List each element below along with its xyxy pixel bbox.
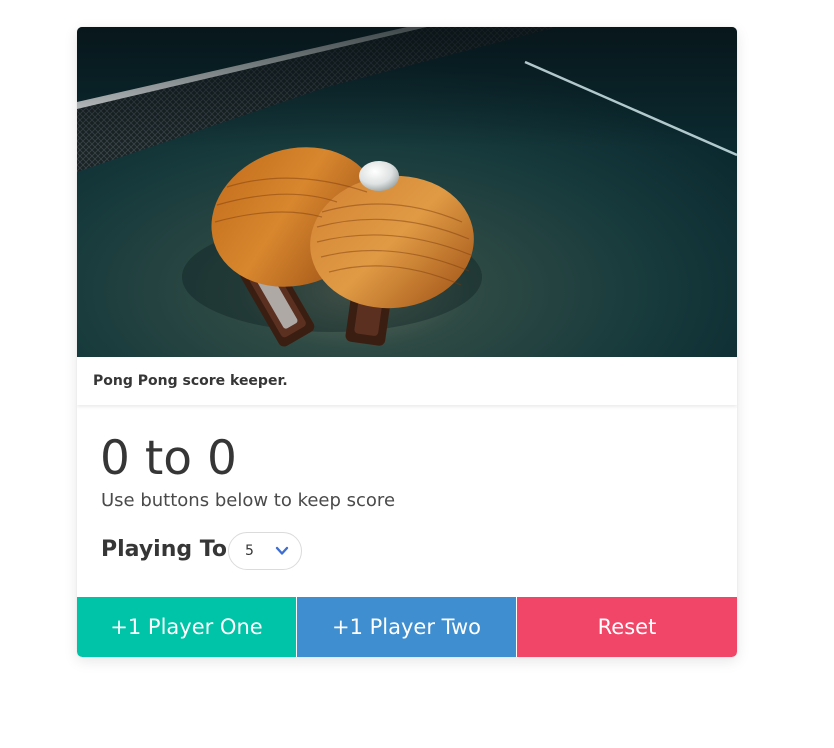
playing-to-label: Playing To:: [101, 537, 236, 562]
add-point-player-one-button[interactable]: +1 Player One: [77, 597, 296, 657]
score-display: 0 to 0: [100, 431, 237, 486]
add-point-player-two-button[interactable]: +1 Player Two: [297, 597, 516, 657]
score-card: Pong Pong score keeper. 0 to 0 Use butto…: [77, 27, 737, 657]
reset-button[interactable]: Reset: [517, 597, 737, 657]
ping-pong-photo: [77, 27, 737, 357]
score-instructions: Use buttons below to keep score: [101, 490, 396, 511]
caption-bar: Pong Pong score keeper.: [77, 357, 737, 405]
playing-to-select[interactable]: 5: [228, 532, 302, 570]
image-caption: Pong Pong score keeper.: [93, 373, 288, 389]
playing-to-value: 5: [245, 543, 254, 559]
chevron-down-icon: [275, 546, 289, 555]
